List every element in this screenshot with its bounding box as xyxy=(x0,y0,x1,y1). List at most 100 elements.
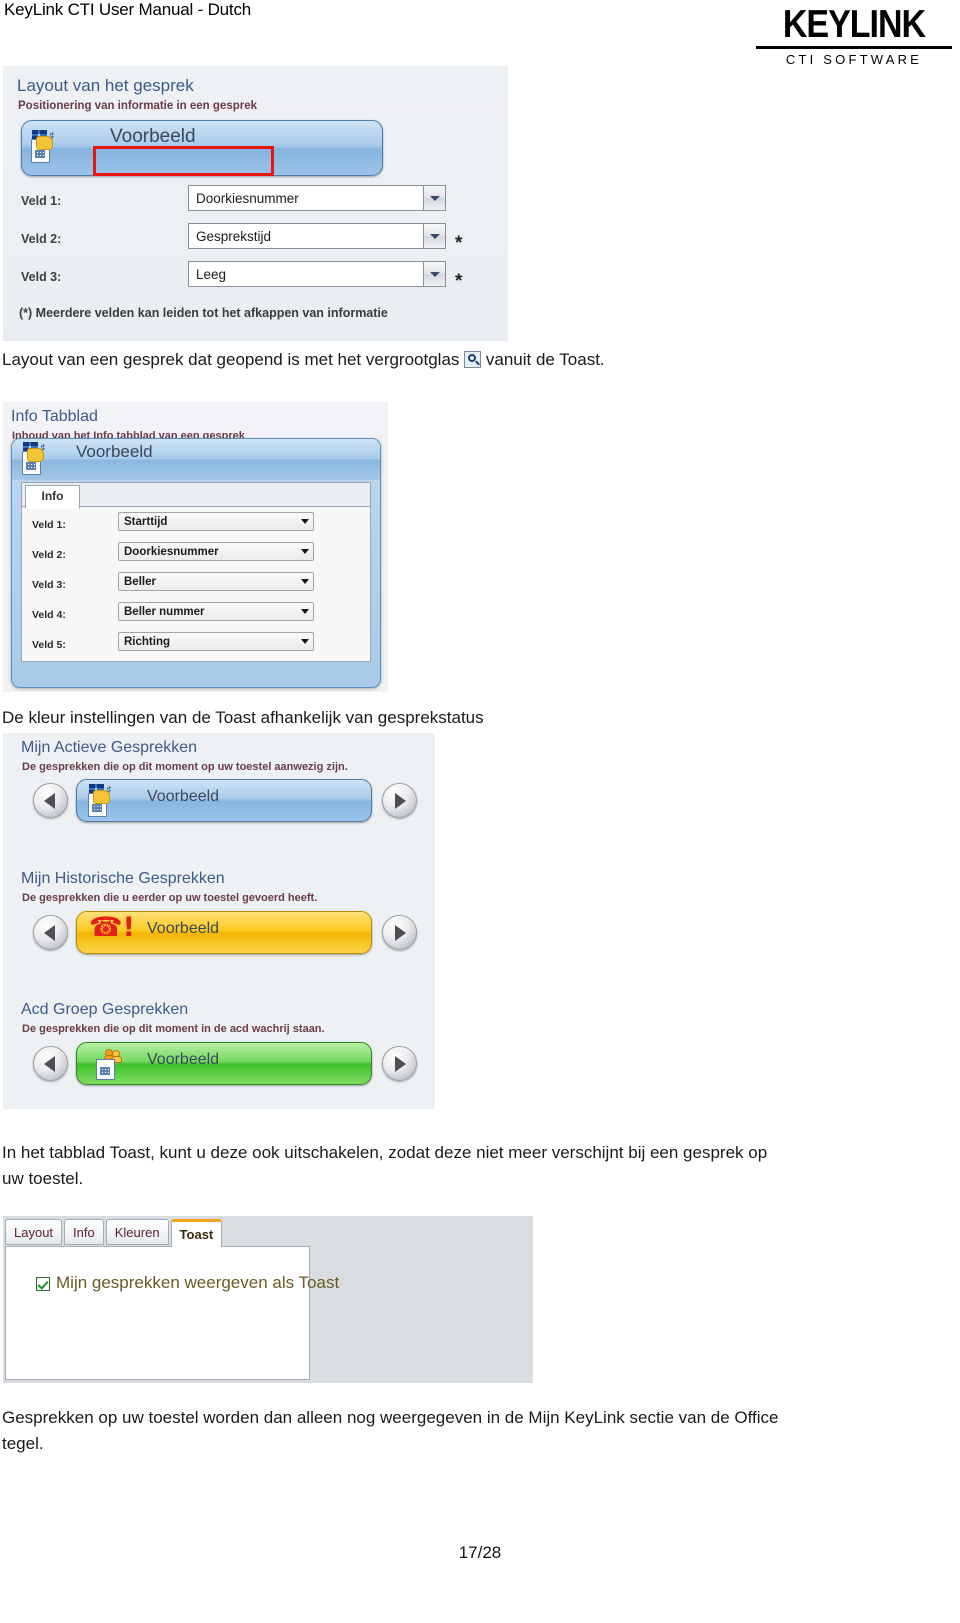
historic-calls-title: Mijn Historische Gesprekken xyxy=(21,870,225,887)
call-phone-icon: ♯ xyxy=(21,441,55,476)
document-title: KeyLink CTI User Manual - Dutch xyxy=(4,0,251,19)
info-field-2-label: Veld 2: xyxy=(32,549,66,561)
layout-field-2-asterisk: * xyxy=(455,233,463,254)
info-preview-window: ♯ Voorbeeld Info Veld 1: Starttijd Veld … xyxy=(11,438,381,688)
chevron-down-icon[interactable] xyxy=(297,579,313,584)
caption-toast-colors: De kleur instellingen van de Toast afhan… xyxy=(2,708,484,727)
chevron-down-icon[interactable] xyxy=(297,519,313,524)
info-field-1-select[interactable]: Starttijd xyxy=(118,512,314,531)
layout-field-3-label: Veld 3: xyxy=(21,270,62,284)
active-calls-toast-label: Voorbeeld xyxy=(147,788,220,805)
chevron-down-icon[interactable] xyxy=(423,186,445,210)
logo-tagline: CTI SOFTWARE xyxy=(785,52,923,67)
layout-field-3-value: Leeg xyxy=(196,266,227,282)
historic-calls-next-button[interactable] xyxy=(382,915,417,950)
show-toast-checkbox-label: Mijn gesprekken weergeven als Toast xyxy=(56,1273,340,1292)
magnifier-icon xyxy=(464,351,482,368)
acd-calls-toast-label: Voorbeeld xyxy=(147,1051,220,1068)
show-toast-checkbox[interactable] xyxy=(36,1277,50,1291)
active-calls-title: Mijn Actieve Gesprekken xyxy=(21,739,198,756)
layout-settings-screenshot: Layout van het gesprek Positionering van… xyxy=(3,66,508,341)
tab-info[interactable]: Info xyxy=(25,485,80,509)
info-field-4-select[interactable]: Beller nummer xyxy=(118,602,314,621)
page-number: 17/28 xyxy=(458,1543,502,1562)
caption-layout-toast-before: Layout van een gesprek dat geopend is me… xyxy=(2,350,460,369)
call-phone-icon: ♯ xyxy=(30,129,64,164)
historic-calls-subtitle: De gesprekken die u eerder op uw toestel… xyxy=(22,892,318,904)
tab-layout[interactable]: Layout xyxy=(5,1219,63,1245)
layout-panel-title: Layout van het gesprek xyxy=(17,76,194,95)
acd-calls-toast[interactable]: Voorbeeld xyxy=(76,1042,372,1085)
info-field-3-label: Veld 3: xyxy=(32,579,66,591)
next-arrow-icon xyxy=(395,924,406,941)
info-panel-title: Info Tabblad xyxy=(11,408,98,425)
logo-wordmark: KEYLINK xyxy=(782,2,926,47)
active-calls-prev-button[interactable] xyxy=(33,783,68,818)
toast-tab-pane: Mijn gesprekken weergeven als Toast xyxy=(5,1246,339,1380)
historic-calls-toast-label: Voorbeeld xyxy=(147,920,220,937)
acd-calls-prev-button[interactable] xyxy=(33,1046,68,1081)
settings-tabstrip: Layout Info Kleuren Toast xyxy=(5,1219,223,1247)
chevron-down-icon[interactable] xyxy=(423,262,445,286)
info-field-4-value: Beller nummer xyxy=(124,605,205,618)
layout-field-1-label: Veld 1: xyxy=(21,194,62,208)
historic-calls-prev-button[interactable] xyxy=(33,915,68,950)
next-arrow-icon xyxy=(395,792,406,809)
active-calls-next-button[interactable] xyxy=(382,783,417,818)
layout-field-2-value: Gesprekstijd xyxy=(196,228,272,244)
info-field-1-label: Veld 1: xyxy=(32,519,66,531)
paragraph-toast-tab-line2: uw toestel. xyxy=(2,1169,84,1188)
layout-field-2-select[interactable]: Gesprekstijd xyxy=(188,223,446,249)
highlight-rectangle xyxy=(93,146,274,176)
info-field-5-label: Veld 5: xyxy=(32,639,66,651)
caption-layout-toast: Layout van een gesprek dat geopend is me… xyxy=(2,347,942,373)
info-preview-titlebar: ♯ Voorbeeld xyxy=(12,439,380,480)
info-field-3-value: Beller xyxy=(124,575,156,588)
chevron-down-icon[interactable] xyxy=(297,549,313,554)
logo-divider xyxy=(756,46,952,49)
info-field-3-select[interactable]: Beller xyxy=(118,572,314,591)
chevron-down-icon[interactable] xyxy=(423,224,445,248)
keylink-logo: KEYLINK CTI SOFTWARE xyxy=(756,5,952,67)
layout-panel-footnote: (*) Meerdere velden kan leiden tot het a… xyxy=(19,306,388,320)
call-phone-icon: ♯ xyxy=(87,783,121,818)
info-field-1-value: Starttijd xyxy=(124,515,168,528)
toast-tab-screenshot: Layout Info Kleuren Toast Mijn gesprekken w… xyxy=(3,1216,533,1383)
layout-preview-toast-label: Voorbeeld xyxy=(110,126,196,147)
prev-arrow-icon xyxy=(44,792,55,809)
paragraph-office-tile-line2: tegel. xyxy=(2,1434,44,1453)
next-arrow-icon xyxy=(395,1055,406,1072)
layout-field-1-value: Doorkiesnummer xyxy=(196,190,299,206)
historic-calls-toast[interactable]: ☎! Voorbeeld xyxy=(76,911,372,954)
layout-field-2-label: Veld 2: xyxy=(21,232,62,246)
tab-toast[interactable]: Toast xyxy=(170,1219,223,1247)
chevron-down-icon[interactable] xyxy=(297,639,313,644)
prev-arrow-icon xyxy=(44,1055,55,1072)
acd-calls-subtitle: De gesprekken die op dit moment in de ac… xyxy=(22,1023,325,1035)
document-header: KeyLink CTI User Manual - Dutch KEYLINK … xyxy=(0,0,960,67)
paragraph-toast-tab-line1: In het tabblad Toast, kunt u deze ook ui… xyxy=(2,1143,768,1162)
acd-calls-next-button[interactable] xyxy=(382,1046,417,1081)
info-field-5-value: Richting xyxy=(124,635,170,648)
layout-panel-subtitle: Positionering van informatie in een gesp… xyxy=(18,100,258,112)
chevron-down-icon[interactable] xyxy=(297,609,313,614)
info-preview-title-label: Voorbeeld xyxy=(76,442,153,461)
layout-field-3-asterisk: * xyxy=(455,271,463,292)
tab-info[interactable]: Info xyxy=(64,1219,104,1245)
info-field-5-select[interactable]: Richting xyxy=(118,632,314,651)
acd-calls-title: Acd Groep Gesprekken xyxy=(21,1001,189,1018)
layout-field-1-select[interactable]: Doorkiesnummer xyxy=(188,185,446,211)
info-tab-screenshot: Info Tabblad Inhoud van het Info tabblad… xyxy=(3,402,388,692)
missed-call-icon: ☎! xyxy=(89,912,135,943)
info-field-4-label: Veld 4: xyxy=(32,609,66,621)
info-tab-inner-panel: Info Veld 1: Starttijd Veld 2: Doorkiesn… xyxy=(21,482,371,662)
toast-colors-screenshot: Mijn Actieve Gesprekken De gesprekken di… xyxy=(3,733,435,1109)
active-calls-toast[interactable]: ♯ Voorbeeld xyxy=(76,779,372,822)
caption-layout-toast-after: vanuit de Toast. xyxy=(485,350,605,369)
acd-group-icon xyxy=(95,1049,125,1080)
info-field-2-select[interactable]: Doorkiesnummer xyxy=(118,542,314,561)
paragraph-office-tile-line1: Gesprekken op uw toestel worden dan alle… xyxy=(2,1408,779,1427)
prev-arrow-icon xyxy=(44,924,55,941)
tab-kleuren[interactable]: Kleuren xyxy=(105,1219,169,1245)
layout-field-3-select[interactable]: Leeg xyxy=(188,261,446,287)
